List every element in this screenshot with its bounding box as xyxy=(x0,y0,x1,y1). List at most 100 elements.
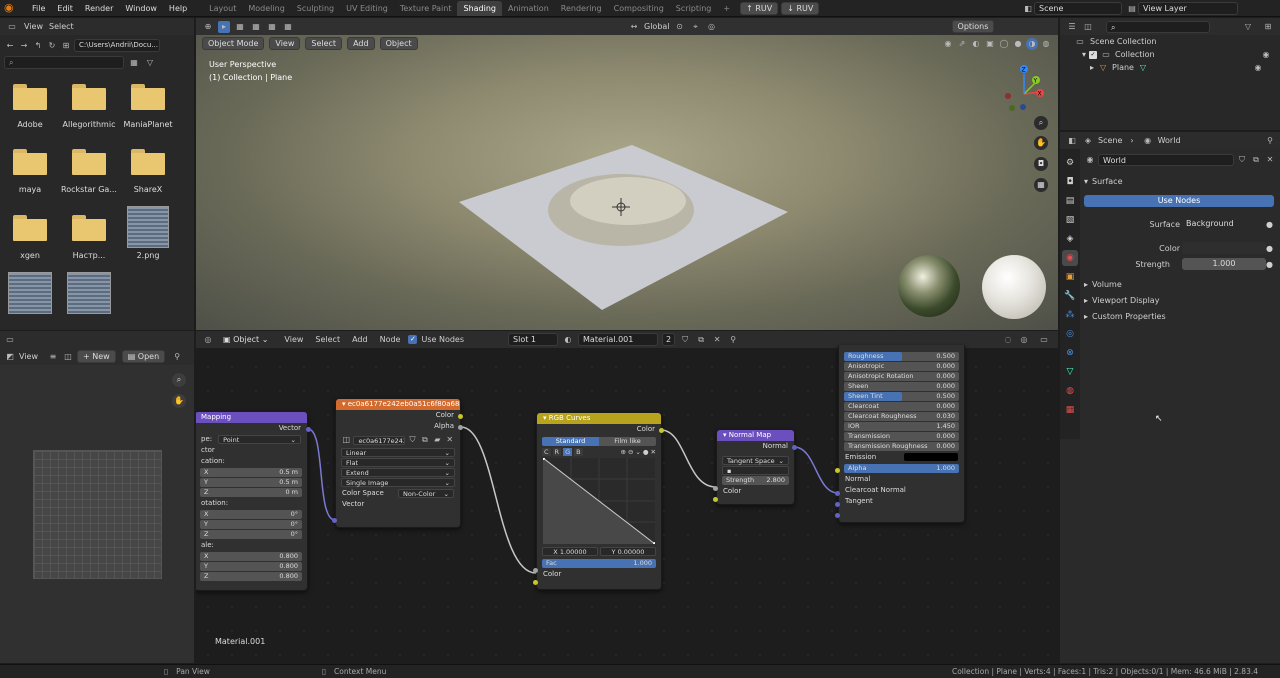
location-x-field[interactable]: X 0.5 m xyxy=(200,468,302,477)
scene-icon[interactable]: ◧ xyxy=(1022,3,1034,15)
image-mode-icon[interactable]: ◩ xyxy=(4,351,16,363)
bsdf-row-field[interactable]: Transmission Roughness 0.000 xyxy=(844,442,959,451)
constraints-icon[interactable]: ⊗ xyxy=(1062,345,1078,361)
menu-file[interactable]: File xyxy=(26,4,51,13)
tab-animation[interactable]: Animation xyxy=(502,1,555,16)
ruv-down-button[interactable]: ↓ RUV xyxy=(781,1,820,15)
world-name-field[interactable]: World xyxy=(1098,154,1234,166)
color-link-icon[interactable]: ● xyxy=(1266,244,1273,253)
surface-shader-field[interactable]: Background xyxy=(1182,218,1266,230)
scene-breadcrumb[interactable]: Scene xyxy=(1098,136,1122,145)
standard-tab[interactable]: Standard xyxy=(542,437,599,446)
view-layer-icon[interactable]: ▤ xyxy=(1126,3,1138,15)
folder-icon[interactable] xyxy=(72,149,106,175)
fb-menu-select[interactable]: Select xyxy=(49,22,74,31)
search-input[interactable]: ⌕ xyxy=(4,56,124,69)
menu-window[interactable]: Window xyxy=(119,4,163,13)
menu-edit[interactable]: Edit xyxy=(51,4,79,13)
new-collection-icon[interactable]: ⊞ xyxy=(1262,21,1274,33)
physics-icon[interactable]: ◎ xyxy=(1062,326,1078,342)
image-thumbnail-icon[interactable] xyxy=(127,206,169,248)
scale-y-field[interactable]: Y 0.800 xyxy=(200,562,302,571)
image-texture-node[interactable]: ▾ ec0a6177e242eb0a51c6f80a6880a451 Color… xyxy=(335,398,461,528)
tab-layout[interactable]: Layout xyxy=(203,1,242,16)
pan-icon[interactable]: ✋ xyxy=(172,394,186,408)
curve-graph[interactable] xyxy=(543,458,655,544)
surface-link-icon[interactable]: ● xyxy=(1266,220,1273,229)
collection-checkbox[interactable]: ✓ xyxy=(1089,50,1098,59)
bsdf-row-field[interactable]: Anisotropic Rotation 0.000 xyxy=(844,372,959,381)
scene-collection-label[interactable]: Scene Collection xyxy=(1090,37,1157,46)
custom-properties-panel-header[interactable]: Custom Properties xyxy=(1092,312,1166,321)
socket[interactable] xyxy=(835,502,840,507)
surface-panel-header[interactable]: Surface xyxy=(1092,177,1122,186)
expand-icon[interactable]: ▸ xyxy=(1084,312,1088,321)
world-icon[interactable]: ◉ xyxy=(1062,250,1078,266)
space-dropdown[interactable]: Tangent Space ⌄ xyxy=(722,456,789,465)
channel-c-button[interactable]: C xyxy=(542,448,551,456)
strength-link-icon[interactable]: ● xyxy=(1266,260,1273,269)
expand-icon[interactable]: ▾ xyxy=(1082,50,1086,59)
tab-sculpting[interactable]: Sculpting xyxy=(291,1,340,16)
image-name-field[interactable]: ec0a6177e242e... xyxy=(353,435,406,445)
scale-z-field[interactable]: Z 0.800 xyxy=(200,572,302,581)
unlink-icon[interactable]: ✕ xyxy=(445,434,455,446)
new-image-button[interactable]: + New xyxy=(76,350,116,363)
ie-view-menu[interactable]: View xyxy=(19,352,38,361)
uv-map-field[interactable]: ▪ xyxy=(722,466,789,475)
modifier-icon[interactable]: 🔧 xyxy=(1062,288,1078,304)
scene-icon[interactable]: ◈ xyxy=(1062,231,1078,247)
scale-x-field[interactable]: X 0.800 xyxy=(200,552,302,561)
alpha-field[interactable]: Alpha 1.000 xyxy=(844,464,959,473)
fake-user-icon[interactable]: ⛉ xyxy=(1236,154,1248,166)
image-thumbnail-icon[interactable] xyxy=(8,272,52,314)
folder-icon[interactable] xyxy=(131,84,165,110)
socket[interactable] xyxy=(306,427,311,432)
fac-field[interactable]: Fac 1.000 xyxy=(542,559,656,568)
eye-icon[interactable]: ◉ xyxy=(1260,49,1272,61)
3d-viewport[interactable]: ⊕ ▸ ▦ ▦ ▦ ▦ ↔ Global ⊙ ⌖ ◎ Options Objec… xyxy=(196,18,1058,330)
ruv-up-button[interactable]: ↑ RUV xyxy=(740,1,779,15)
expand-icon[interactable]: ▸ xyxy=(1084,296,1088,305)
fake-user-icon[interactable]: ⛉ xyxy=(407,434,417,446)
image-thumbnail-icon[interactable] xyxy=(67,272,111,314)
location-z-field[interactable]: Z 0 m xyxy=(200,488,302,497)
scene-field[interactable]: Scene xyxy=(1034,2,1122,15)
bsdf-row-field[interactable]: Transmission 0.000 xyxy=(844,432,959,441)
tab-shading[interactable]: Shading xyxy=(457,0,502,16)
folder-icon[interactable] xyxy=(131,149,165,175)
menu-help[interactable]: Help xyxy=(163,4,193,13)
socket[interactable] xyxy=(792,445,797,450)
expand-icon[interactable]: ▸ xyxy=(1084,280,1088,289)
curve-x-field[interactable]: X 1.00000 xyxy=(542,547,598,556)
socket[interactable] xyxy=(533,568,538,573)
emission-color-swatch[interactable] xyxy=(904,453,958,461)
interpolation-dropdown[interactable]: Linear ⌄ xyxy=(341,448,455,457)
tab-texture-paint[interactable]: Texture Paint xyxy=(394,1,458,16)
hamburger-icon[interactable]: ≡ xyxy=(47,351,59,363)
editor-type-icon[interactable]: ▭ xyxy=(4,334,16,346)
collapse-icon[interactable]: ▾ xyxy=(1084,177,1088,186)
socket[interactable] xyxy=(835,491,840,496)
reset-icon[interactable]: ✕ xyxy=(651,448,656,456)
tab-uv-editing[interactable]: UV Editing xyxy=(340,1,394,16)
eye-icon[interactable]: ◉ xyxy=(1252,62,1264,74)
tool-icon[interactable]: ⚙ xyxy=(1062,155,1078,171)
bsdf-row-field[interactable]: Sheen Tint 0.500 xyxy=(844,392,959,401)
image-browse-icon[interactable]: ◫ xyxy=(341,434,351,446)
outliner-search-input[interactable]: ⌕ xyxy=(1106,20,1210,33)
display-mode-icon[interactable]: ▦ xyxy=(128,57,140,69)
editor-type-icon[interactable]: ▭ xyxy=(6,21,18,33)
channel-r-button[interactable]: R xyxy=(552,448,562,456)
folder-icon[interactable] xyxy=(72,84,106,110)
rgb-curves-node[interactable]: ▾ RGB Curves Color Standard Film like C … xyxy=(536,412,662,590)
data-icon[interactable]: ▽ xyxy=(1062,364,1078,380)
fb-menu-view[interactable]: View xyxy=(24,22,43,31)
extension-dropdown[interactable]: Extend ⌄ xyxy=(341,468,455,477)
viewport-display-panel-header[interactable]: Viewport Display xyxy=(1092,296,1159,305)
color-swatch[interactable] xyxy=(1182,242,1266,254)
use-nodes-button[interactable]: Use Nodes xyxy=(1084,195,1274,207)
projection-dropdown[interactable]: Flat ⌄ xyxy=(341,458,455,467)
clip-icon[interactable]: ● xyxy=(643,448,649,456)
editor-type-icon[interactable]: ◧ xyxy=(1066,135,1078,147)
